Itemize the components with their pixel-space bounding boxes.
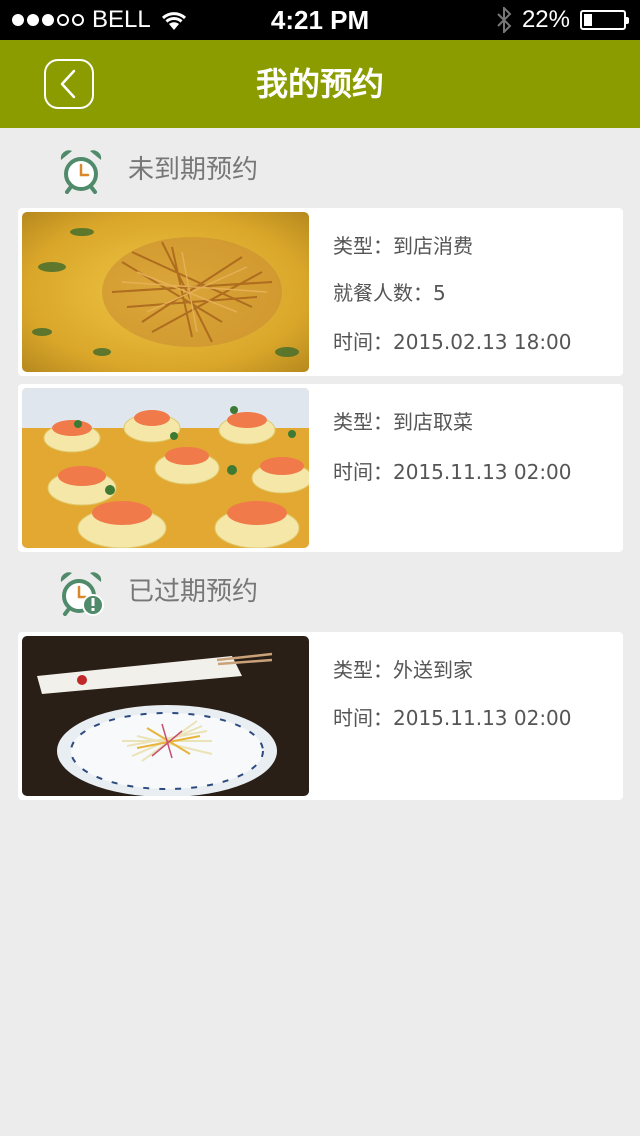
status-bar: BELL 4:21 PM 22% <box>0 0 640 40</box>
food-photo-salad <box>22 636 309 796</box>
alarm-clock-expired-icon <box>60 572 104 616</box>
card-line-type: 类型：到店取菜 <box>333 410 473 434</box>
card-line-guests: 就餐人数：5 <box>333 281 446 305</box>
card-line-type: 类型：到店消费 <box>333 234 473 258</box>
signal-strength-icon <box>12 14 84 26</box>
carrier-name: BELL <box>92 6 151 33</box>
section-header-expired: 已过期预约 <box>0 562 640 622</box>
battery-fill <box>584 14 593 26</box>
reservation-card[interactable]: 类型：外送到家 时间：2015.11.13 02:00 <box>18 632 623 800</box>
chevron-left-icon <box>60 69 76 99</box>
page-title: 我的预约 <box>255 65 384 103</box>
food-photo-shrimp <box>22 388 309 548</box>
card-line-type: 类型：外送到家 <box>333 658 473 682</box>
section-header-upcoming: 未到期预约 <box>0 140 640 200</box>
reservation-card[interactable]: 类型：到店消费 就餐人数：5 时间：2015.02.13 18:00 <box>18 208 623 376</box>
reservation-card[interactable]: 类型：到店取菜 时间：2015.11.13 02:00 <box>18 384 623 552</box>
card-line-time: 时间：2015.02.13 18:00 <box>333 330 572 354</box>
battery-percent: 22% <box>521 6 570 33</box>
wifi-icon <box>161 12 186 30</box>
alarm-clock-icon <box>60 150 102 194</box>
status-left: BELL <box>12 6 189 34</box>
section-title-upcoming: 未到期预约 <box>128 155 259 185</box>
bluetooth-icon <box>497 7 512 33</box>
section-title-expired: 已过期预约 <box>128 577 259 607</box>
back-button[interactable] <box>44 59 94 109</box>
card-line-time: 时间：2015.11.13 02:00 <box>333 460 572 484</box>
food-photo-soup <box>22 212 309 372</box>
nav-bar: 我的预约 <box>0 40 640 128</box>
battery-icon <box>580 10 629 30</box>
status-right: 22% <box>496 6 629 34</box>
card-line-time: 时间：2015.11.13 02:00 <box>333 706 572 730</box>
